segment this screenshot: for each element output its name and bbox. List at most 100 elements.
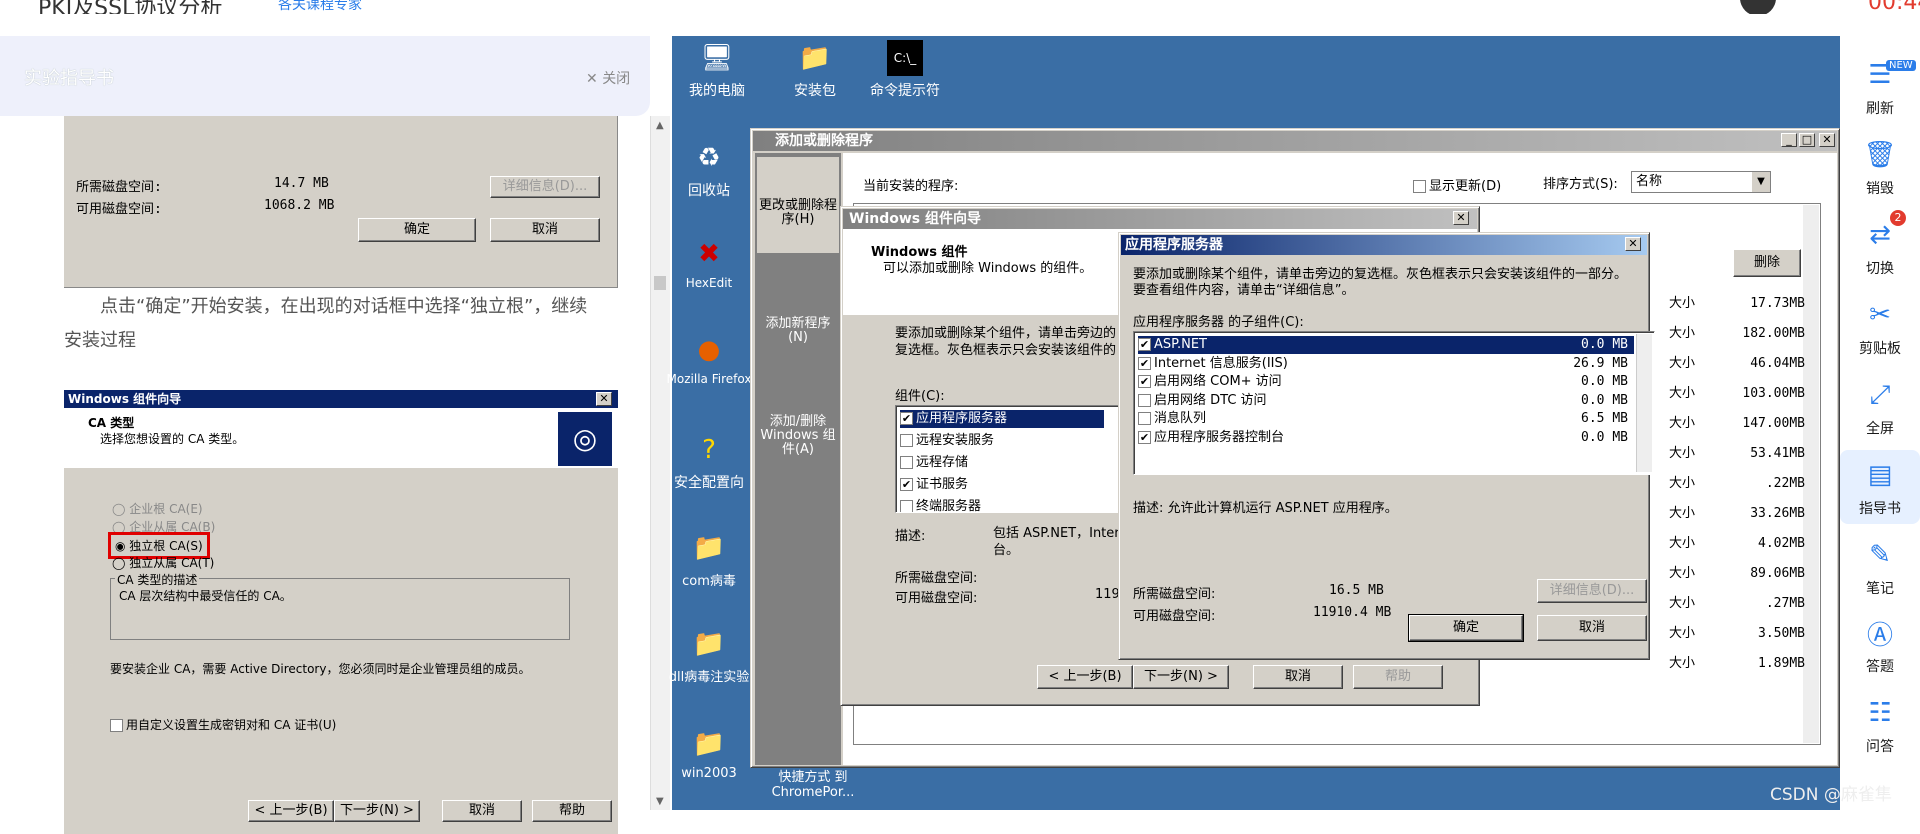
cancel-button: 取消	[490, 218, 600, 242]
desktop-icon-my-computer[interactable]: 🖥 我的电脑	[672, 40, 762, 100]
subcomponent-name: 启用网络 DTC 访问	[1154, 392, 1267, 408]
qa-button[interactable]: ☷ 问答	[1840, 694, 1920, 756]
checkbox[interactable]: ✔	[1138, 356, 1151, 370]
clipboard-button[interactable]: ✂ 剪贴板	[1840, 296, 1920, 358]
desktop-icon-recycle[interactable]: ♻ 回收站	[664, 140, 754, 200]
fullscreen-icon: ⤢	[1869, 379, 1891, 410]
course-expert-link[interactable]: 各关课程专家	[278, 0, 362, 14]
app-server-instructions: 要添加或删除某个组件，请单击旁边的复选框。灰色框表示只会安装该组件的一部分。要查…	[1133, 267, 1628, 298]
size-label: 大小	[1669, 326, 1696, 341]
list-item[interactable]: 远程安装服务	[900, 432, 1104, 450]
free-label: 可用磁盘空间:	[76, 202, 162, 217]
list-item[interactable]: 消息队列 6.5 MB	[1138, 410, 1634, 428]
radio-enterprise-root: ◯ 企业根 CA(E)	[112, 502, 203, 516]
scroll-down-icon[interactable]: ▼	[656, 796, 664, 807]
notes-button[interactable]: ✎ 笔记	[1840, 536, 1920, 598]
subcomponent-name: ASP.NET	[1154, 337, 1207, 352]
ok-button[interactable]: 确定	[1408, 614, 1524, 642]
show-updates-checkbox[interactable]: 显示更新(D)	[1413, 175, 1501, 194]
list-item[interactable]: ✔ ASP.NET 0.0 MB	[1138, 336, 1634, 354]
avatar[interactable]	[1740, 0, 1776, 14]
back-button[interactable]: < 上一步(B)	[1037, 665, 1133, 689]
switch-button[interactable]: ⇄ 切换	[1840, 216, 1920, 278]
current-programs-label: 当前安装的程序:	[863, 179, 959, 194]
size-value: 33.26MB	[1750, 506, 1805, 521]
screenshot-disk-space: 所需磁盘空间: 14.7 MB 可用磁盘空间: 1068.2 MB 详细信息(D…	[64, 116, 618, 288]
checkbox[interactable]: ✔	[1138, 430, 1151, 444]
guide-button[interactable]: ▤ 指导书	[1840, 450, 1920, 524]
right-toolbar: ☰ 刷新 NEW 🗑 销毁 ⇄ 切换 2 ✂ 剪贴板 ⤢ 全屏 ▤ 指导书 ✎ 笔记 Ⓐ 答题 …	[1840, 36, 1920, 810]
close-icon[interactable]: ✕	[1453, 211, 1469, 225]
fullscreen-button[interactable]: ⤢ 全屏	[1840, 376, 1920, 438]
desktop-icon-cmd[interactable]: C:\_ 命令提示符	[860, 40, 950, 100]
scroll-up-icon[interactable]: ▲	[656, 120, 664, 131]
list-item[interactable]: ✔ 应用程序服务器	[900, 410, 1104, 428]
checkbox[interactable]	[1138, 412, 1151, 425]
desktop-icon-com-virus[interactable]: 📁 com病毒	[664, 530, 754, 589]
list-item[interactable]: 终端服务器	[900, 498, 1104, 512]
guide-close-button[interactable]: ✕ 关闭	[586, 68, 630, 88]
app-server-titlebar: 应用程序服务器	[1121, 235, 1647, 255]
list-item[interactable]: ✔ 证书服务	[900, 476, 1104, 494]
list-item[interactable]: 远程存储	[900, 454, 1104, 472]
computer-icon: 🖥	[700, 43, 734, 73]
size-label: 大小	[1669, 416, 1696, 431]
group-text: CA 层次结构中最受信任的 CA。	[119, 589, 292, 603]
watermark: CSDN @麻雀隼	[1770, 785, 1892, 805]
top-bar: PKI及SSL协议分析 各关课程专家 00:44:22	[0, 0, 1920, 14]
program-size: 大小 17.73MB	[1669, 289, 1809, 319]
add-new-programs[interactable]: 添加新程序(N)	[757, 273, 839, 345]
close-icon[interactable]: ✕	[1819, 133, 1835, 147]
program-size: 大小 46.04MB	[1669, 349, 1809, 379]
desktop-icon-install[interactable]: 📁 安装包	[770, 40, 860, 100]
list-item[interactable]: 启用网络 DTC 访问 0.0 MB	[1138, 392, 1634, 410]
components-label: 组件(C):	[895, 389, 945, 404]
subcomponent-size: 26.9 MB	[1573, 355, 1628, 371]
destroy-button[interactable]: 🗑 销毁	[1840, 136, 1920, 198]
list-scrollbar[interactable]	[1636, 334, 1652, 472]
cancel-button[interactable]: 取消	[1537, 615, 1647, 641]
size-label: 大小	[1669, 626, 1696, 641]
subcomponents-list[interactable]: ✔ ASP.NET 0.0 MB ✔ Internet 信息服务(IIS) 26.9 MB…	[1133, 331, 1655, 475]
size-value: 4.02MB	[1758, 536, 1805, 551]
desktop-icon-win2003[interactable]: 📁 win2003	[664, 726, 754, 781]
app-server-dialog: 应用程序服务器 ✕ 要添加或删除某个组件，请单击旁边的复选框。灰色框表示只会安装…	[1118, 232, 1655, 660]
close-icon[interactable]: ✕	[1625, 237, 1641, 251]
program-size: 大小 4.02MB	[1669, 529, 1809, 559]
book-icon: ▤	[1867, 460, 1893, 490]
next-button[interactable]: 下一步(N) >	[1133, 665, 1229, 689]
checkbox[interactable]: ✔	[1138, 375, 1151, 388]
scissors-icon: ✂	[1869, 300, 1891, 330]
need-value: 16.5 MB	[1329, 583, 1384, 598]
desktop-icon-dll-virus[interactable]: 📁 dll病毒注实验	[664, 626, 754, 685]
list-item[interactable]: ✔ 启用网络 COM+ 访问 0.0 MB	[1138, 373, 1634, 391]
security-wizard-icon: ?	[702, 435, 716, 465]
sort-select[interactable]: 名称 ▼	[1631, 171, 1771, 193]
answer-button[interactable]: Ⓐ 答题	[1840, 614, 1920, 676]
custom-keys-checkbox: 用自定义设置生成密钥对和 CA 证书(U)	[110, 716, 336, 733]
change-remove-programs[interactable]: 更改或删除程序(H)	[757, 157, 839, 253]
maximize-icon[interactable]: □	[1799, 133, 1815, 147]
guide-title: 实验指导书	[24, 68, 114, 89]
remove-button[interactable]: 删除	[1733, 249, 1801, 277]
desktop-icon-firefox[interactable]: ● Mozilla Firefox	[664, 332, 754, 386]
wizard-instructions: 要添加或删除某个组件，请单击旁边的复选框。灰色框表示只会安装该组件的一部分。要查…	[895, 326, 1117, 358]
add-remove-windows-components[interactable]: 添加/删除 Windows 组件(A)	[757, 373, 839, 457]
size-column: 大小 17.73MB 大小 182.00MB 大小 46.04MB 大小 103.00MB 大小…	[1669, 289, 1809, 679]
size-label: 大小	[1669, 386, 1696, 401]
size-value: 182.00MB	[1742, 326, 1805, 341]
program-size: 大小 .27MB	[1669, 589, 1809, 619]
desktop-icon-hexedit[interactable]: ✖ HexEdit	[664, 236, 754, 290]
desktop-icon-security[interactable]: ? 安全配置向	[664, 432, 754, 492]
minimize-icon[interactable]: _	[1781, 133, 1797, 147]
size-label: 大小	[1669, 596, 1696, 611]
subcomponent-name: 消息队列	[1154, 411, 1207, 426]
list-item[interactable]: ✔ 应用程序服务器控制台 0.0 MB	[1138, 429, 1634, 447]
checkbox[interactable]: ✔	[1138, 338, 1151, 351]
cancel-button[interactable]: 取消	[1253, 665, 1343, 689]
chevron-down-icon[interactable]: ▼	[1752, 172, 1770, 192]
checkbox[interactable]	[1138, 393, 1151, 407]
list-item[interactable]: ✔ Internet 信息服务(IIS) 26.9 MB	[1138, 355, 1634, 373]
components-list[interactable]: ✔ 应用程序服务器 远程安装服务 远程存储 ✔ 证书服务 终端服务器	[895, 405, 1125, 513]
program-size: 大小 1.89MB	[1669, 649, 1809, 679]
